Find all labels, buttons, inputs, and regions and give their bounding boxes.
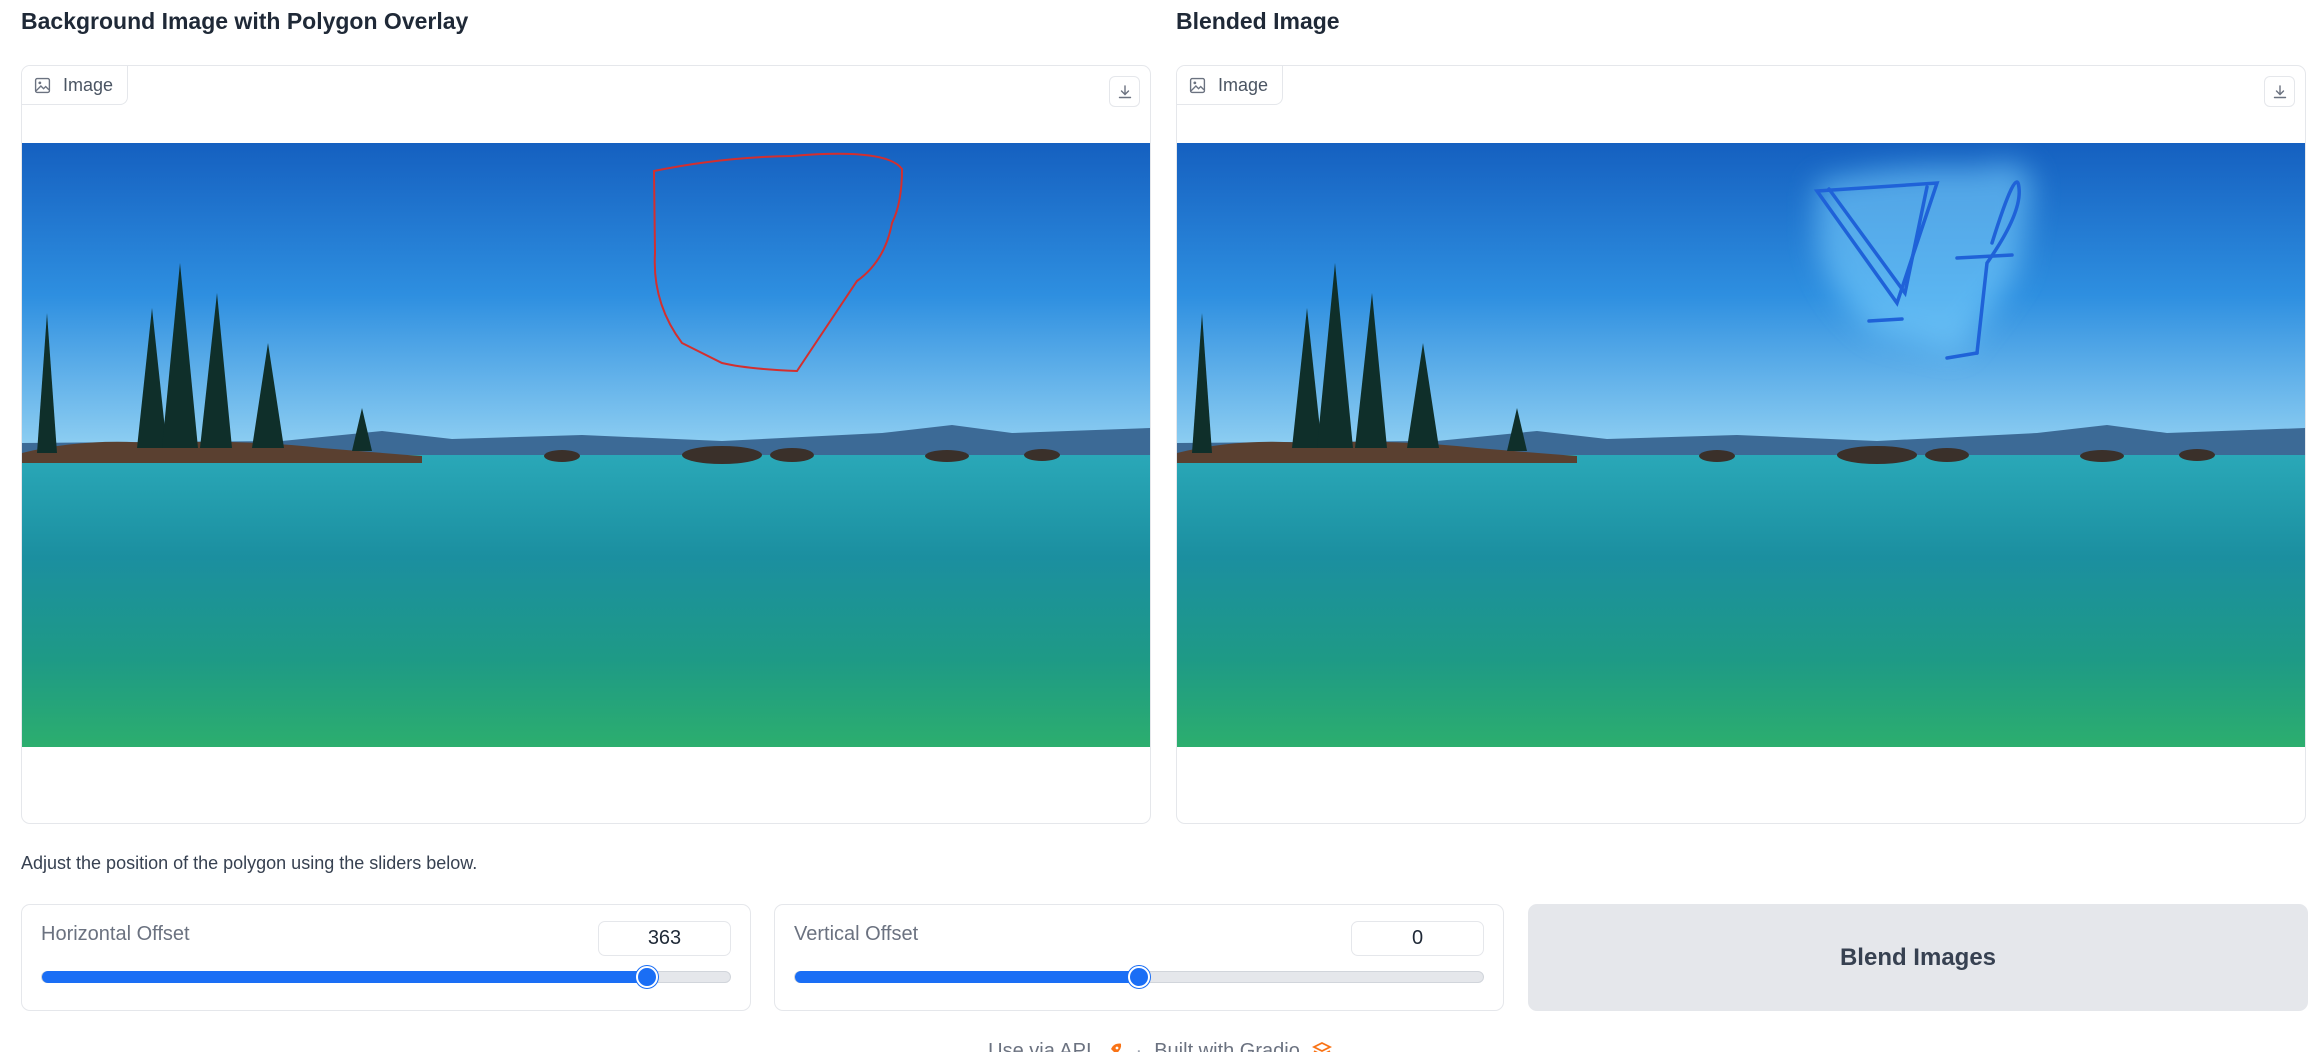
download-button[interactable] bbox=[2264, 76, 2295, 107]
horizontal-offset-input[interactable]: 363 bbox=[598, 921, 731, 956]
rocket-icon bbox=[1110, 1043, 1121, 1052]
background-image bbox=[22, 143, 1150, 747]
horizontal-offset-label: Horizontal Offset bbox=[41, 923, 190, 945]
vertical-offset-fill bbox=[795, 971, 1139, 983]
blended-image bbox=[1177, 143, 2305, 747]
gradio-logo-icon bbox=[1311, 1041, 1332, 1052]
vertical-offset-input[interactable]: 0 bbox=[1351, 921, 1484, 956]
vertical-offset-track[interactable] bbox=[794, 966, 1484, 988]
image-label-tag: Image bbox=[22, 66, 129, 105]
image-icon bbox=[34, 77, 51, 93]
vertical-offset-label: Vertical Offset bbox=[794, 923, 919, 945]
blended-image-panel: Image bbox=[1176, 65, 2306, 824]
image-label-text: Image bbox=[1218, 74, 1269, 95]
image-label-tag: Image bbox=[1177, 66, 1284, 105]
built-with-gradio-link[interactable]: Built with Gradio bbox=[1154, 1040, 1300, 1052]
download-icon bbox=[1118, 84, 1131, 98]
left-panel-heading: Background Image with Polygon Overlay bbox=[21, 8, 469, 34]
blend-images-button[interactable]: Blend Images bbox=[1528, 904, 2308, 1011]
horizontal-offset-slider-block: Horizontal Offset 363 bbox=[21, 904, 751, 1011]
right-panel-heading: Blended Image bbox=[1176, 8, 1340, 34]
horizontal-offset-track[interactable] bbox=[41, 966, 731, 988]
vertical-offset-slider-block: Vertical Offset 0 bbox=[774, 904, 1504, 1011]
vertical-offset-thumb[interactable] bbox=[1128, 966, 1150, 988]
download-icon bbox=[2273, 84, 2286, 98]
use-via-api-link[interactable]: Use via API bbox=[988, 1040, 1091, 1052]
horizontal-offset-fill bbox=[42, 971, 648, 983]
horizontal-offset-thumb[interactable] bbox=[636, 966, 659, 988]
instructions-text: Adjust the position of the polygon using… bbox=[21, 853, 478, 873]
footer-separator: · bbox=[1135, 1039, 1143, 1052]
download-button[interactable] bbox=[1109, 76, 1140, 107]
background-image-panel: Image bbox=[21, 65, 1151, 824]
footer: Use via API · Built with Gradio bbox=[0, 1037, 2320, 1052]
image-icon bbox=[1189, 77, 1206, 93]
image-label-text: Image bbox=[63, 74, 114, 95]
